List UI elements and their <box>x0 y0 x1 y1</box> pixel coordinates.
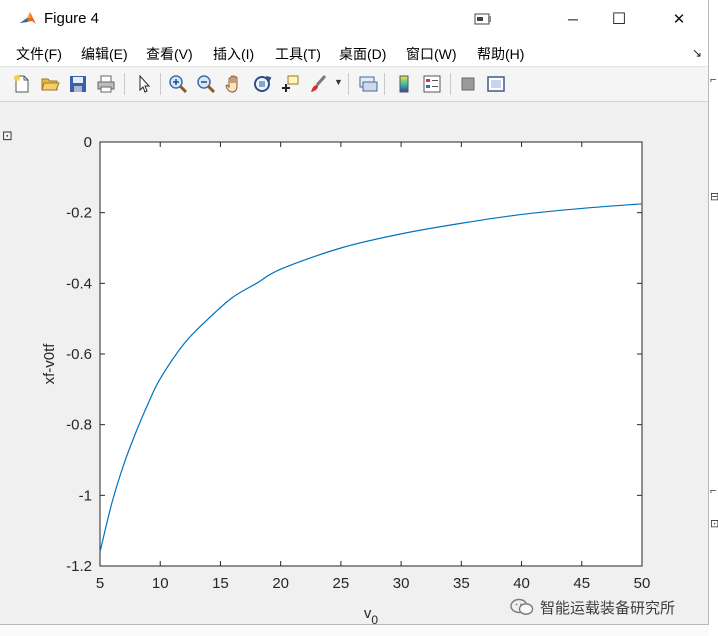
link-plot-icon[interactable] <box>356 72 380 96</box>
menu-tools[interactable]: 工具(T) <box>275 44 321 64</box>
wechat-icon <box>510 598 534 615</box>
pan-hand-icon[interactable] <box>222 72 246 96</box>
axes-box <box>99 141 643 567</box>
toolbar-separator <box>124 73 125 95</box>
window-title: Figure 4 <box>44 10 100 27</box>
x-tick-label: 40 <box>513 575 530 592</box>
dock-icon[interactable] <box>474 12 492 26</box>
y-tick-label: -0.2 <box>66 205 92 222</box>
line-plot[interactable]: 5 10 15 20 25 30 35 40 45 50 0 -0.2 -0.4 -0.6 -0.8 -1 -1… <box>0 102 708 624</box>
background-window-edge <box>0 625 709 636</box>
background-glyph: ⌐ <box>710 485 717 497</box>
y-tick-label: -0.6 <box>66 346 92 363</box>
menu-help[interactable]: 帮助(H) <box>477 44 524 64</box>
y-tick-label: -0.4 <box>66 275 92 292</box>
data-cursor-icon[interactable] <box>278 72 302 96</box>
maximize-icon: ☐ <box>611 11 627 28</box>
x-tick-label: 45 <box>573 575 590 592</box>
rotate-3d-icon[interactable] <box>250 72 274 96</box>
toolbar-separator <box>160 73 161 95</box>
toolbar-separator <box>450 73 451 95</box>
close-icon: ✕ <box>672 11 686 28</box>
print-icon[interactable] <box>94 72 118 96</box>
y-tick-label: -1 <box>79 487 92 504</box>
hide-plot-tools-icon[interactable] <box>456 72 480 96</box>
background-glyph: ⊡ <box>710 518 718 530</box>
menu-insert[interactable]: 插入(I) <box>213 44 254 64</box>
save-icon[interactable] <box>66 72 90 96</box>
background-window-edge: ⌐ ⊟ ⌐ ⊡ <box>709 0 718 636</box>
x-axis-label-subscript: 0 <box>371 613 378 624</box>
new-figure-icon[interactable] <box>10 72 34 96</box>
maximize-button[interactable]: ☐ <box>596 0 642 38</box>
watermark: 智能运载装备研究所 <box>510 597 675 617</box>
x-tick-label: 15 <box>212 575 229 592</box>
menu-bar: 文件(F) 编辑(E) 查看(V) 插入(I) 工具(T) 桌面(D) 窗口(W… <box>0 38 708 67</box>
x-tick-label: 50 <box>634 575 651 592</box>
pointer-icon[interactable] <box>132 72 156 96</box>
menu-overflow-arrow-icon[interactable]: ↘ <box>692 46 702 60</box>
background-glyph: ⊡ <box>2 128 13 143</box>
title-bar[interactable]: Figure 4 ─ ☐ ✕ <box>0 0 708 38</box>
dropdown-arrow-icon[interactable]: ▼ <box>334 77 343 87</box>
menu-window[interactable]: 窗口(W) <box>406 44 457 64</box>
y-tick-label: -1.2 <box>66 558 92 575</box>
menu-desktop[interactable]: 桌面(D) <box>339 44 386 64</box>
open-file-icon[interactable] <box>38 72 62 96</box>
menu-file[interactable]: 文件(F) <box>16 44 62 64</box>
background-glyph: ⌐ <box>710 74 717 86</box>
x-tick-label: 25 <box>333 575 350 592</box>
menu-edit[interactable]: 编辑(E) <box>81 44 128 64</box>
y-tick-label: 0 <box>84 134 92 151</box>
minimize-button[interactable]: ─ <box>550 0 596 38</box>
legend-icon[interactable] <box>420 72 444 96</box>
zoom-in-icon[interactable] <box>166 72 190 96</box>
x-tick-label: 30 <box>393 575 410 592</box>
colorbar-icon[interactable] <box>392 72 416 96</box>
menu-view[interactable]: 查看(V) <box>146 44 193 64</box>
show-plot-tools-icon[interactable] <box>484 72 508 96</box>
background-glyph: ⊟ <box>710 191 718 203</box>
x-axis-label: v0 <box>364 605 379 624</box>
y-tick-label: -0.8 <box>66 417 92 434</box>
figure-toolbar: ▼ <box>0 67 708 102</box>
x-tick-label: 5 <box>96 575 104 592</box>
close-button[interactable]: ✕ <box>656 0 702 38</box>
watermark-text: 智能运载装备研究所 <box>540 599 676 617</box>
zoom-out-icon[interactable] <box>194 72 218 96</box>
matlab-logo-icon <box>18 9 38 29</box>
toolbar-separator <box>348 73 349 95</box>
figure-canvas[interactable]: 5 10 15 20 25 30 35 40 45 50 0 -0.2 -0.4 -0.6 -0.8 -1 -1… <box>0 102 708 624</box>
minimize-icon: ─ <box>568 11 578 27</box>
x-tick-label: 20 <box>272 575 289 592</box>
y-axis-label: xf-v0tf <box>41 343 58 385</box>
brush-icon[interactable] <box>306 72 330 96</box>
figure-window: Figure 4 ─ ☐ ✕ 文件(F) 编辑(E) 查看(V) 插入(I) 工… <box>0 0 709 625</box>
toolbar-separator <box>384 73 385 95</box>
x-tick-label: 10 <box>152 575 169 592</box>
x-tick-label: 35 <box>453 575 470 592</box>
